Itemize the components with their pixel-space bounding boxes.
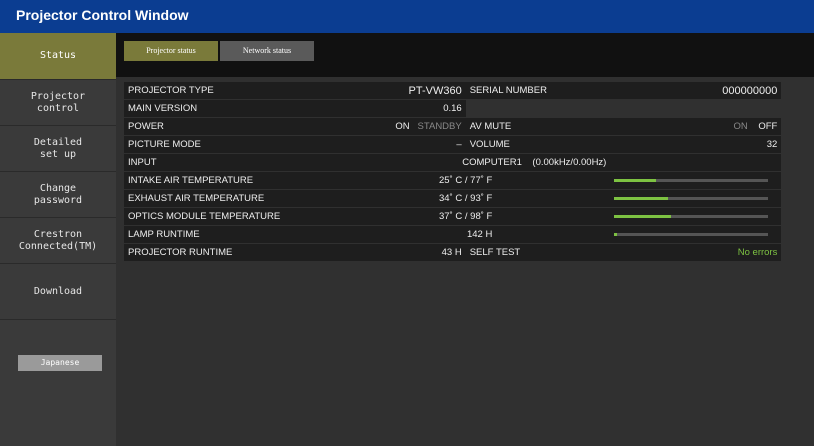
lamp-runtime-label: LAMP RUNTIME bbox=[124, 225, 285, 244]
status-table: PROJECTOR TYPE PT-VW360 SERIAL NUMBER 00… bbox=[124, 82, 782, 262]
sidebar-item-label: Crestron Connected(TM) bbox=[18, 228, 98, 252]
table-row: PROJECTOR TYPE PT-VW360 SERIAL NUMBER 00… bbox=[124, 82, 782, 100]
volume-label: VOLUME bbox=[465, 135, 611, 154]
sidebar-item-label: Download bbox=[33, 285, 83, 297]
sidebar-item-label: Projector control bbox=[30, 90, 86, 114]
main-version-label: MAIN VERSION bbox=[124, 99, 285, 118]
input-frequency: (0.00kHz/0.00Hz) bbox=[532, 157, 607, 168]
volume-value: 32 bbox=[610, 135, 782, 154]
lamp-runtime-value: 142 H bbox=[284, 225, 611, 244]
optics-temp-label: OPTICS MODULE TEMPERATURE bbox=[124, 207, 285, 226]
table-row: EXHAUST AIR TEMPERATURE 34˚ C / 93˚ F bbox=[124, 189, 782, 208]
input-source: COMPUTER1 bbox=[462, 157, 522, 168]
power-on: ON bbox=[395, 121, 410, 132]
picture-mode-value: – bbox=[284, 135, 466, 154]
optics-temp-value: 37˚ C / 98˚ F bbox=[284, 207, 611, 226]
self-test-value: No errors bbox=[610, 243, 782, 262]
picture-mode-label: PICTURE MODE bbox=[124, 135, 285, 154]
power-standby: STANDBY bbox=[417, 121, 462, 132]
tab-strip: Projector status Network status bbox=[116, 33, 814, 77]
table-row: PICTURE MODE – VOLUME 32 bbox=[124, 135, 782, 154]
table-row: INTAKE AIR TEMPERATURE 25˚ C / 77˚ F bbox=[124, 171, 782, 190]
power-value: ON STANDBY bbox=[284, 117, 466, 136]
av-mute-value: ON OFF bbox=[610, 117, 782, 136]
input-label: INPUT bbox=[124, 153, 285, 172]
av-mute-off: OFF bbox=[758, 121, 778, 132]
sidebar-item-change-password[interactable]: Change password bbox=[0, 172, 116, 218]
intake-temp-value: 25˚ C / 77˚ F bbox=[284, 171, 611, 190]
lamp-runtime-bar bbox=[610, 225, 782, 244]
sidebar-item-label: Change password bbox=[33, 182, 83, 206]
serial-number-label: SERIAL NUMBER bbox=[465, 82, 611, 100]
sidebar-item-projector-control[interactable]: Projector control bbox=[0, 80, 116, 126]
intake-temp-bar bbox=[610, 171, 782, 190]
intake-temp-label: INTAKE AIR TEMPERATURE bbox=[124, 171, 285, 190]
av-mute-on: ON bbox=[733, 121, 748, 132]
self-test-label: SELF TEST bbox=[465, 243, 611, 262]
window-title: Projector Control Window bbox=[16, 7, 189, 23]
table-row: LAMP RUNTIME 142 H bbox=[124, 225, 782, 244]
power-label: POWER bbox=[124, 117, 285, 136]
optics-temp-bar bbox=[610, 207, 782, 226]
projector-runtime-value: 43 H bbox=[284, 243, 466, 262]
table-row: POWER ON STANDBY AV MUTE ON OFF bbox=[124, 117, 782, 136]
av-mute-label: AV MUTE bbox=[465, 117, 611, 136]
sidebar-item-download[interactable]: Download bbox=[0, 264, 116, 320]
tab-network-status[interactable]: Network status bbox=[220, 41, 314, 61]
tab-projector-status[interactable]: Projector status bbox=[124, 41, 218, 61]
sidebar: Status Projector control Detailed set up… bbox=[0, 33, 116, 446]
status-panel: PROJECTOR TYPE PT-VW360 SERIAL NUMBER 00… bbox=[116, 77, 814, 446]
language-button[interactable]: Japanese bbox=[18, 355, 102, 371]
exhaust-temp-bar bbox=[610, 189, 782, 208]
exhaust-temp-label: EXHAUST AIR TEMPERATURE bbox=[124, 189, 285, 208]
projector-runtime-label: PROJECTOR RUNTIME bbox=[124, 243, 285, 262]
main-version-value: 0.16 bbox=[284, 99, 466, 118]
table-row: INPUT COMPUTER1 (0.00kHz/0.00Hz) bbox=[124, 153, 782, 172]
exhaust-temp-value: 34˚ C / 93˚ F bbox=[284, 189, 611, 208]
sidebar-item-label: Status bbox=[39, 50, 77, 61]
projector-type-label: PROJECTOR TYPE bbox=[124, 82, 285, 100]
sidebar-item-detailed-setup[interactable]: Detailed set up bbox=[0, 126, 116, 172]
table-row: PROJECTOR RUNTIME 43 H SELF TEST No erro… bbox=[124, 243, 782, 262]
sidebar-item-crestron[interactable]: Crestron Connected(TM) bbox=[0, 218, 116, 264]
table-row: MAIN VERSION 0.16 bbox=[124, 99, 782, 118]
sidebar-item-status[interactable]: Status bbox=[0, 33, 116, 80]
table-row: OPTICS MODULE TEMPERATURE 37˚ C / 98˚ F bbox=[124, 207, 782, 226]
title-bar: Projector Control Window bbox=[0, 0, 814, 33]
projector-type-value: PT-VW360 bbox=[284, 82, 466, 100]
sidebar-item-label: Detailed set up bbox=[33, 136, 83, 160]
serial-number-value: 000000000 bbox=[610, 82, 782, 100]
input-value: COMPUTER1 (0.00kHz/0.00Hz) bbox=[284, 153, 611, 172]
